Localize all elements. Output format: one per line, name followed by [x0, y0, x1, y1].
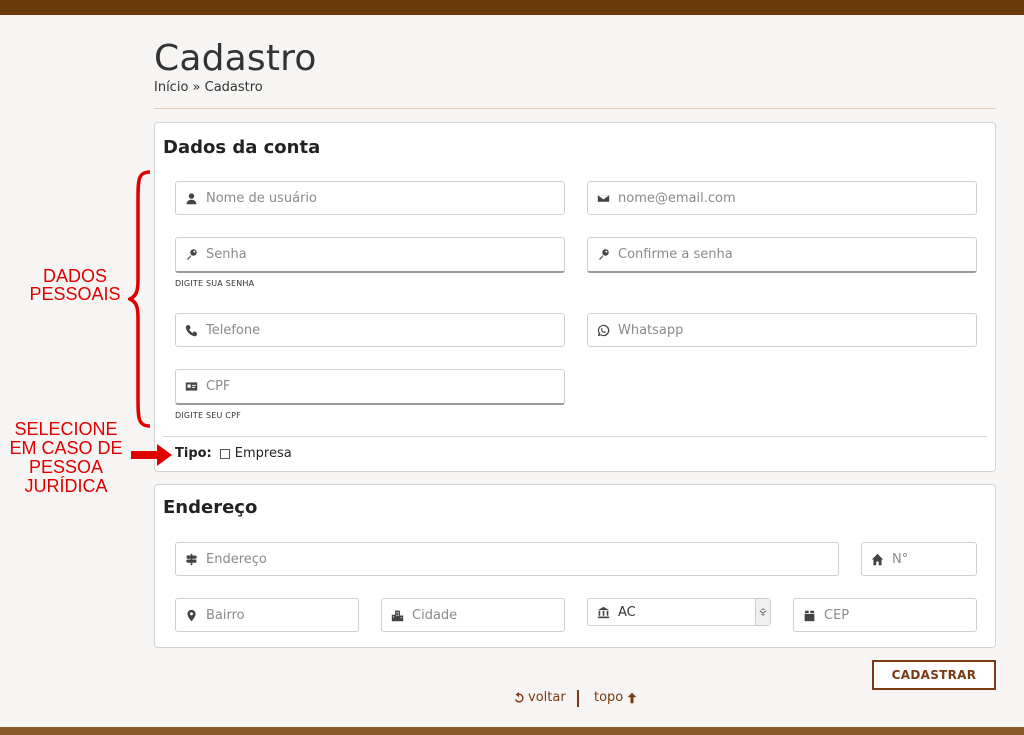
number-input[interactable] [892, 551, 976, 567]
package-icon [794, 609, 824, 622]
whatsapp-field[interactable] [587, 313, 977, 347]
submit-button[interactable]: CADASTRAR [872, 660, 996, 690]
bottom-bar [0, 727, 1024, 735]
annotation-brace [128, 170, 151, 428]
city-icon [382, 609, 412, 622]
address-field[interactable] [175, 542, 839, 576]
map-marker-icon [176, 609, 206, 622]
top-link[interactable]: topo [594, 690, 638, 705]
key-icon [588, 248, 618, 261]
city-field[interactable] [381, 598, 565, 632]
signpost-icon [176, 553, 206, 566]
cep-input[interactable] [824, 607, 976, 623]
user-icon [176, 192, 206, 205]
undo-icon [514, 691, 524, 702]
address-heading: Endereço [163, 497, 258, 518]
breadcrumb[interactable]: Início » Cadastro [154, 80, 263, 95]
home-icon [862, 553, 892, 566]
top-link-wrap: topo [594, 690, 638, 705]
back-link-label[interactable]: voltar [528, 690, 566, 705]
phone-icon [176, 324, 206, 337]
address-input[interactable] [206, 551, 838, 567]
password-input[interactable] [206, 247, 564, 262]
confirm-password-field[interactable] [587, 237, 977, 273]
password-hint: DIGITE SUA SENHA [175, 279, 255, 288]
email-field[interactable] [587, 181, 977, 215]
tipo-row: Tipo: Empresa [175, 446, 292, 461]
page-title: Cadastro [154, 38, 317, 79]
back-link-wrap: voltar [513, 690, 566, 705]
city-input[interactable] [412, 607, 564, 623]
cpf-input[interactable] [206, 379, 564, 394]
state-select-value: AC [618, 604, 636, 620]
annotation-personal: DADOS PESSOAIS [29, 266, 121, 304]
arrow-up-icon [627, 692, 637, 703]
title-divider [154, 108, 996, 109]
username-input[interactable] [206, 190, 564, 206]
key-icon [176, 248, 206, 261]
number-field[interactable] [861, 542, 977, 576]
account-separator [163, 436, 987, 437]
email-input[interactable] [618, 190, 976, 206]
cpf-hint: DIGITE SEU CPF [175, 411, 241, 420]
district-input[interactable] [206, 607, 358, 623]
password-field[interactable] [175, 237, 565, 273]
state-select[interactable]: AC [587, 598, 771, 626]
top-bar [0, 0, 1024, 15]
link-divider [577, 690, 579, 707]
empresa-checkbox[interactable] [219, 448, 230, 459]
whatsapp-input[interactable] [618, 322, 976, 338]
bank-icon [588, 606, 618, 619]
cpf-field[interactable] [175, 369, 565, 405]
back-link[interactable]: voltar [513, 690, 566, 705]
phone-input[interactable] [206, 322, 564, 338]
cep-field[interactable] [793, 598, 977, 632]
confirm-password-input[interactable] [618, 247, 976, 262]
district-field[interactable] [175, 598, 359, 632]
tipo-label: Tipo: [175, 446, 212, 461]
chevron-down-icon[interactable] [755, 599, 770, 625]
whatsapp-icon [588, 324, 618, 337]
annotation-arrow [131, 444, 172, 466]
top-link-label[interactable]: topo [594, 690, 623, 705]
envelope-icon [588, 192, 618, 205]
annotation-select: SELECIONE EM CASO DE PESSOA JURÍDICA [9, 419, 123, 496]
phone-field[interactable] [175, 313, 565, 347]
id-card-icon [176, 380, 206, 393]
account-panel: Dados da conta DIGITE SUA SENHA DIGITE S… [154, 122, 996, 472]
account-heading: Dados da conta [163, 137, 321, 158]
address-panel: Endereço AC [154, 484, 996, 648]
empresa-label[interactable]: Empresa [235, 446, 292, 461]
username-field[interactable] [175, 181, 565, 215]
